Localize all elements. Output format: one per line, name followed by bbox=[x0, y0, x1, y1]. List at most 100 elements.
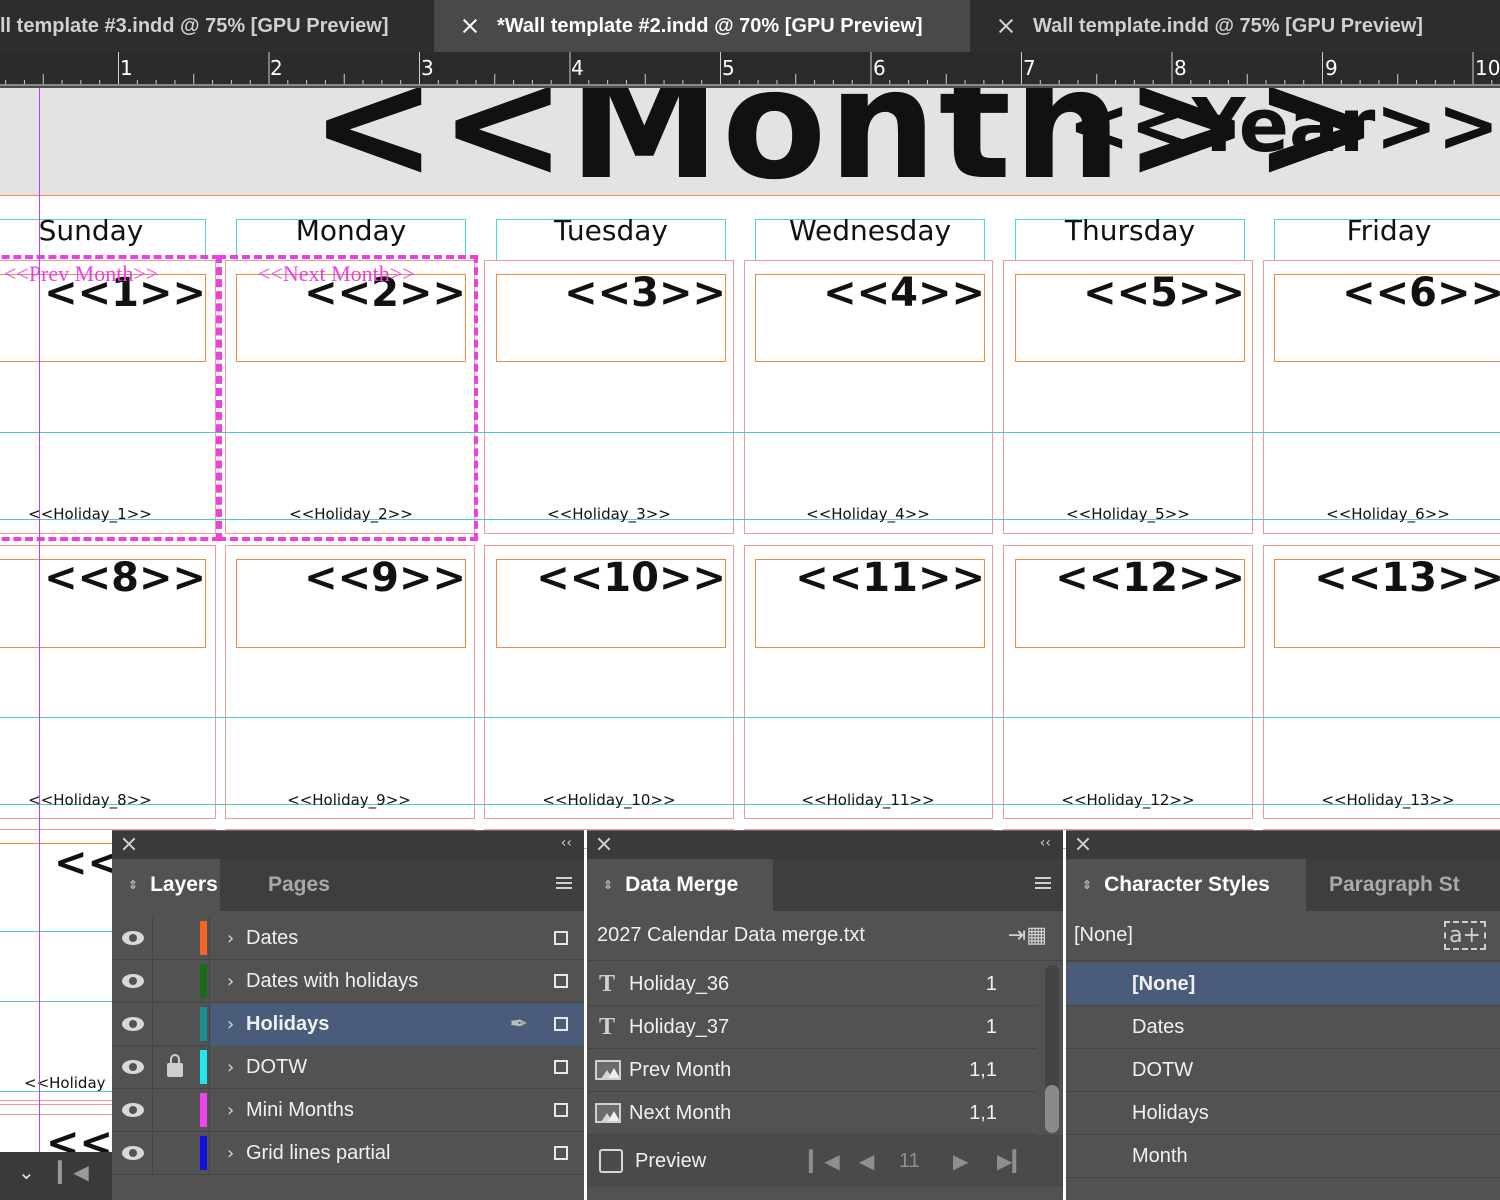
panel-menu-icon[interactable] bbox=[556, 877, 572, 889]
style-row[interactable]: [None] bbox=[1066, 963, 1500, 1006]
date-placeholder[interactable]: <<13>> bbox=[1274, 555, 1500, 601]
date-placeholder[interactable]: <<6>> bbox=[1274, 270, 1500, 316]
scrollbar-thumb[interactable] bbox=[1045, 1085, 1059, 1133]
layer-row[interactable]: › Mini Months bbox=[112, 1089, 584, 1132]
document-tab-3[interactable]: Wall template.indd @ 75% [GPU Preview] bbox=[970, 0, 1466, 52]
last-record-icon[interactable]: ▶▎ bbox=[997, 1149, 1028, 1173]
first-page-icon[interactable]: ▎◀ bbox=[58, 1160, 89, 1184]
tab-paragraph-styles[interactable]: Paragraph St bbox=[1306, 859, 1500, 911]
layer-row[interactable]: › Dates with holidays bbox=[112, 960, 584, 1003]
close-icon[interactable] bbox=[461, 17, 479, 35]
style-name: Month bbox=[1132, 1144, 1188, 1167]
style-row[interactable]: Dates bbox=[1066, 1006, 1500, 1049]
next-record-icon[interactable]: ▶ bbox=[953, 1149, 968, 1173]
first-record-icon[interactable]: ▎◀ bbox=[809, 1149, 840, 1173]
document-tab-2[interactable]: *Wall template #2.indd @ 70% [GPU Previe… bbox=[434, 0, 970, 52]
chevron-right-icon[interactable]: › bbox=[227, 971, 234, 992]
close-icon[interactable] bbox=[997, 17, 1015, 35]
column-divider bbox=[209, 917, 210, 960]
date-placeholder[interactable]: <<9>> bbox=[236, 555, 466, 601]
horizontal-ruler[interactable]: 1 2 3 4 5 6 7 8 9 10 bbox=[0, 52, 1500, 86]
field-count: 1,1 bbox=[969, 1058, 997, 1081]
target-square-icon[interactable] bbox=[554, 1103, 568, 1117]
date-placeholder[interactable]: <<3>> bbox=[496, 270, 726, 316]
layer-row[interactable]: › Dates bbox=[112, 917, 584, 960]
tab-pages[interactable]: Pages bbox=[220, 859, 358, 911]
selected-image-frame[interactable] bbox=[218, 255, 478, 541]
holiday-placeholder[interactable]: <<Holiday_4>> bbox=[753, 505, 983, 523]
date-placeholder[interactable]: <<11>> bbox=[755, 555, 985, 601]
date-placeholder[interactable]: <<4>> bbox=[755, 270, 985, 316]
new-style-icon[interactable]: a+ bbox=[1444, 921, 1486, 950]
target-square-icon[interactable] bbox=[554, 1017, 568, 1031]
selected-image-frame[interactable] bbox=[0, 255, 220, 541]
weekday-label: Thursday bbox=[1064, 214, 1196, 247]
field-row[interactable]: Next Month 1,1 bbox=[587, 1092, 1037, 1135]
holiday-placeholder[interactable]: <<Holiday_13>> bbox=[1273, 791, 1500, 809]
holiday-placeholder[interactable]: <<Holiday bbox=[24, 1074, 106, 1092]
date-placeholder[interactable]: <<10>> bbox=[496, 555, 726, 601]
target-square-icon[interactable] bbox=[554, 974, 568, 988]
chevron-down-icon[interactable]: ⌄ bbox=[18, 1160, 35, 1184]
target-square-icon[interactable] bbox=[554, 931, 568, 945]
field-row[interactable]: T Holiday_37 1 bbox=[587, 1006, 1037, 1049]
date-placeholder[interactable]: <<12>> bbox=[1015, 555, 1245, 601]
style-row[interactable]: Holidays bbox=[1066, 1092, 1500, 1135]
holiday-placeholder[interactable]: <<Holiday_8>> bbox=[0, 791, 200, 809]
eye-icon[interactable] bbox=[122, 1060, 148, 1074]
close-icon[interactable] bbox=[597, 837, 611, 851]
chevron-right-icon[interactable]: › bbox=[227, 1057, 234, 1078]
chevron-right-icon[interactable]: › bbox=[227, 1100, 234, 1121]
close-icon[interactable] bbox=[122, 837, 136, 851]
ruler-number: 2 bbox=[270, 56, 283, 80]
panel-menu-icon[interactable] bbox=[1035, 877, 1051, 889]
collapse-icon[interactable]: ‹‹ bbox=[1040, 835, 1051, 851]
eye-icon[interactable] bbox=[122, 1103, 148, 1117]
panel-tabs: ⇕ Layers Pages bbox=[112, 859, 584, 911]
scrollbar[interactable] bbox=[1045, 965, 1059, 1133]
style-row[interactable]: DOTW bbox=[1066, 1049, 1500, 1092]
guide-line[interactable] bbox=[39, 88, 40, 1200]
date-placeholder[interactable]: <<5>> bbox=[1015, 270, 1245, 316]
eye-icon[interactable] bbox=[122, 974, 148, 988]
field-row[interactable]: Prev Month 1,1 bbox=[587, 1049, 1037, 1092]
preview-checkbox[interactable] bbox=[599, 1149, 623, 1173]
chevron-right-icon[interactable]: › bbox=[227, 1143, 234, 1164]
year-placeholder[interactable]: <<Year>> bbox=[1068, 88, 1499, 169]
eye-icon[interactable] bbox=[122, 931, 148, 945]
create-merged-document-icon[interactable]: ⇥▦ bbox=[1008, 923, 1047, 948]
holiday-placeholder[interactable]: <<Holiday_9>> bbox=[234, 791, 464, 809]
chevron-right-icon[interactable]: › bbox=[227, 1014, 234, 1035]
data-source-row[interactable]: 2027 Calendar Data merge.txt ⇥▦ bbox=[587, 911, 1063, 961]
collapse-icon[interactable]: ‹‹ bbox=[561, 835, 572, 851]
ruler-number: 4 bbox=[571, 56, 584, 80]
style-row[interactable]: Month bbox=[1066, 1135, 1500, 1178]
layer-row[interactable]: › Holidays ✒ bbox=[112, 1003, 584, 1046]
holiday-placeholder[interactable]: <<Holiday_10>> bbox=[494, 791, 724, 809]
holiday-placeholder[interactable]: <<Holiday_11>> bbox=[753, 791, 983, 809]
field-row[interactable]: T Holiday_36 1 bbox=[587, 963, 1037, 1006]
tab-character-styles[interactable]: ⇕ Character Styles bbox=[1066, 859, 1306, 911]
field-name: Holiday_37 bbox=[629, 1015, 730, 1038]
layer-row[interactable]: › Grid lines partial bbox=[112, 1132, 584, 1175]
tab-data-merge[interactable]: ⇕ Data Merge bbox=[587, 859, 773, 911]
document-tab-1[interactable]: ll template #3.indd @ 75% [GPU Preview] bbox=[0, 0, 434, 52]
lock-icon[interactable] bbox=[167, 1054, 183, 1077]
date-placeholder[interactable]: << bbox=[54, 840, 121, 886]
previous-record-icon[interactable]: ◀ bbox=[859, 1149, 874, 1173]
target-square-icon[interactable] bbox=[554, 1060, 568, 1074]
eye-icon[interactable] bbox=[122, 1146, 148, 1160]
close-icon[interactable] bbox=[1076, 837, 1090, 851]
holiday-placeholder[interactable]: <<Holiday_3>> bbox=[494, 505, 724, 523]
holiday-placeholder[interactable]: <<Holiday_12>> bbox=[1013, 791, 1243, 809]
tab-layers[interactable]: ⇕ Layers bbox=[112, 859, 220, 911]
chevron-right-icon[interactable]: › bbox=[227, 928, 234, 949]
record-number[interactable]: 11 bbox=[899, 1150, 920, 1173]
layer-row[interactable]: › DOTW bbox=[112, 1046, 584, 1089]
holiday-placeholder[interactable]: <<Holiday_5>> bbox=[1013, 505, 1243, 523]
eye-icon[interactable] bbox=[122, 1017, 148, 1031]
tab-label: Layers bbox=[150, 873, 218, 896]
holiday-placeholder[interactable]: <<Holiday_6>> bbox=[1273, 505, 1500, 523]
target-square-icon[interactable] bbox=[554, 1146, 568, 1160]
date-placeholder[interactable]: <<8>> bbox=[20, 555, 206, 601]
